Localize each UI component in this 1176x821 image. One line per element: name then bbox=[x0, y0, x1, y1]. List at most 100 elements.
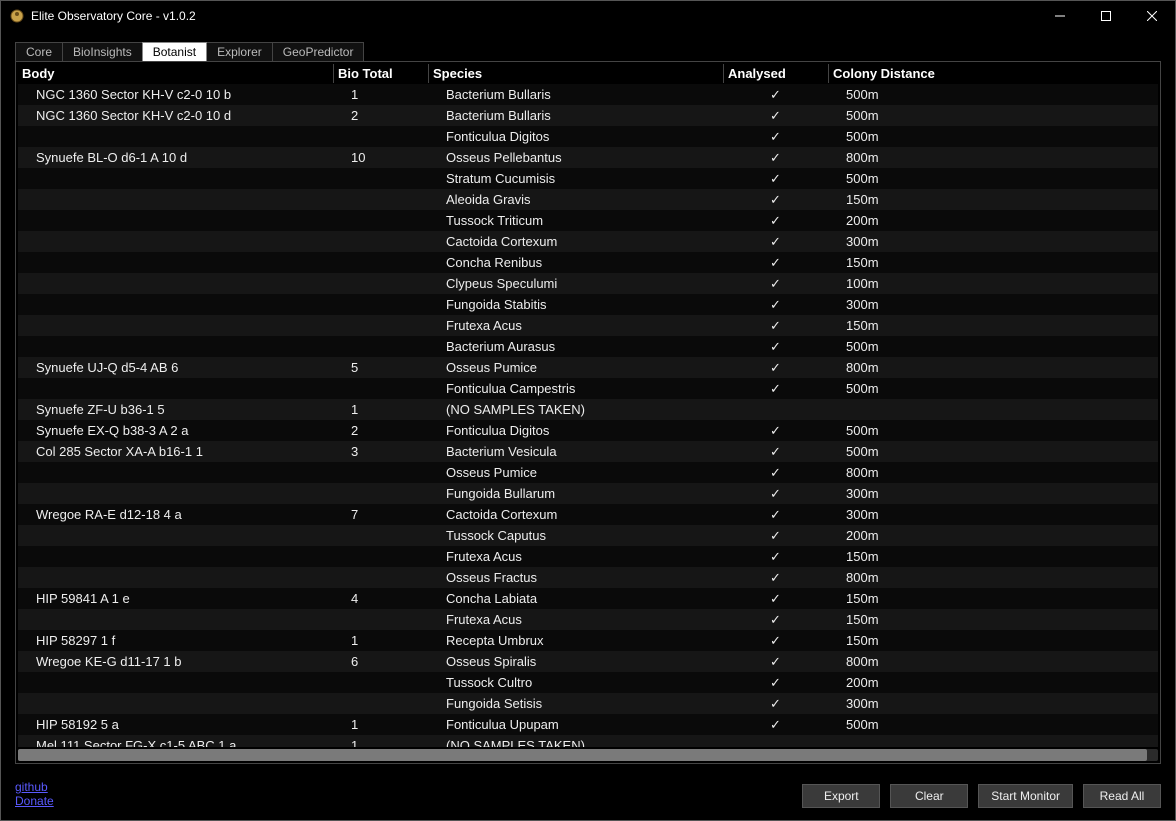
table-row[interactable]: Synuefe ZF-U b36-1 51(NO SAMPLES TAKEN) bbox=[18, 399, 1158, 420]
app-window: Elite Observatory Core - v1.0.2 CoreBioI… bbox=[0, 0, 1176, 821]
content-area: CoreBioInsightsBotanistExplorerGeoPredic… bbox=[1, 31, 1175, 774]
cell-colony-distance: 200m bbox=[828, 674, 1158, 691]
col-header-colony[interactable]: Colony Distance bbox=[828, 64, 1158, 83]
cell-species: (NO SAMPLES TAKEN) bbox=[428, 401, 723, 418]
cell-analysed: ✓ bbox=[723, 611, 828, 629]
table-row[interactable]: Wregoe KE-G d11-17 1 b6Osseus Spiralis✓8… bbox=[18, 651, 1158, 672]
tab-core[interactable]: Core bbox=[15, 42, 63, 61]
table-row[interactable]: Stratum Cucumisis✓500m bbox=[18, 168, 1158, 189]
col-header-body[interactable]: Body bbox=[18, 64, 333, 83]
cell-body bbox=[18, 346, 333, 348]
window-title: Elite Observatory Core - v1.0.2 bbox=[31, 9, 196, 23]
cell-species: Concha Renibus bbox=[428, 254, 723, 271]
grid-body[interactable]: NGC 1360 Sector KH-V c2-0 10 b1Bacterium… bbox=[18, 84, 1158, 747]
cell-analysed: ✓ bbox=[723, 191, 828, 209]
cell-colony-distance: 300m bbox=[828, 506, 1158, 523]
table-row[interactable]: NGC 1360 Sector KH-V c2-0 10 b1Bacterium… bbox=[18, 84, 1158, 105]
footer-links: github Donate bbox=[15, 780, 54, 808]
cell-analysed: ✓ bbox=[723, 716, 828, 734]
table-row[interactable]: Mel 111 Sector FG-X c1-5 ABC 1 a1(NO SAM… bbox=[18, 735, 1158, 747]
cell-bio-total bbox=[333, 178, 428, 180]
cell-colony-distance: 150m bbox=[828, 317, 1158, 334]
table-row[interactable]: HIP 59841 A 1 e4Concha Labiata✓150m bbox=[18, 588, 1158, 609]
table-row[interactable]: Fonticulua Campestris✓500m bbox=[18, 378, 1158, 399]
table-row[interactable]: Col 285 Sector XA-A b16-1 13Bacterium Ve… bbox=[18, 441, 1158, 462]
start-monitor-button[interactable]: Start Monitor bbox=[978, 784, 1073, 808]
cell-species: Frutexa Acus bbox=[428, 611, 723, 628]
table-row[interactable]: Wregoe RA-E d12-18 4 a7Cactoida Cortexum… bbox=[18, 504, 1158, 525]
table-row[interactable]: Bacterium Aurasus✓500m bbox=[18, 336, 1158, 357]
table-row[interactable]: Frutexa Acus✓150m bbox=[18, 315, 1158, 336]
table-row[interactable]: Fungoida Stabitis✓300m bbox=[18, 294, 1158, 315]
cell-bio-total: 1 bbox=[333, 401, 428, 418]
cell-body: Synuefe ZF-U b36-1 5 bbox=[18, 401, 333, 418]
table-row[interactable]: Synuefe UJ-Q d5-4 AB 65Osseus Pumice✓800… bbox=[18, 357, 1158, 378]
cell-colony-distance: 200m bbox=[828, 212, 1158, 229]
col-header-species[interactable]: Species bbox=[428, 64, 723, 83]
cell-colony-distance: 500m bbox=[828, 716, 1158, 733]
cell-colony-distance: 500m bbox=[828, 338, 1158, 355]
cell-body bbox=[18, 388, 333, 390]
tab-bioinsights[interactable]: BioInsights bbox=[62, 42, 143, 61]
cell-species: Cactoida Cortexum bbox=[428, 233, 723, 250]
table-row[interactable]: Synuefe EX-Q b38-3 A 2 a2Fonticulua Digi… bbox=[18, 420, 1158, 441]
cell-colony-distance bbox=[828, 745, 1158, 747]
tab-botanist[interactable]: Botanist bbox=[142, 42, 207, 61]
table-row[interactable]: HIP 58192 5 a1Fonticulua Upupam✓500m bbox=[18, 714, 1158, 735]
table-row[interactable]: Fonticulua Digitos✓500m bbox=[18, 126, 1158, 147]
cell-species: Tussock Cultro bbox=[428, 674, 723, 691]
cell-body bbox=[18, 493, 333, 495]
cell-bio-total bbox=[333, 199, 428, 201]
col-header-biototal[interactable]: Bio Total bbox=[333, 64, 428, 83]
cell-colony-distance: 300m bbox=[828, 233, 1158, 250]
cell-species: (NO SAMPLES TAKEN) bbox=[428, 737, 723, 747]
cell-species: Fonticulua Digitos bbox=[428, 422, 723, 439]
table-row[interactable]: Osseus Pumice✓800m bbox=[18, 462, 1158, 483]
cell-species: Recepta Umbrux bbox=[428, 632, 723, 649]
clear-button[interactable]: Clear bbox=[890, 784, 968, 808]
maximize-button[interactable] bbox=[1083, 1, 1129, 31]
cell-colony-distance: 800m bbox=[828, 359, 1158, 376]
table-row[interactable]: Tussock Cultro✓200m bbox=[18, 672, 1158, 693]
cell-colony-distance: 150m bbox=[828, 590, 1158, 607]
donate-link[interactable]: Donate bbox=[15, 794, 54, 808]
table-row[interactable]: Tussock Triticum✓200m bbox=[18, 210, 1158, 231]
table-row[interactable]: Clypeus Speculumi✓100m bbox=[18, 273, 1158, 294]
table-row[interactable]: NGC 1360 Sector KH-V c2-0 10 d2Bacterium… bbox=[18, 105, 1158, 126]
horizontal-scrollbar[interactable] bbox=[18, 749, 1158, 761]
table-row[interactable]: Osseus Fractus✓800m bbox=[18, 567, 1158, 588]
table-row[interactable]: Concha Renibus✓150m bbox=[18, 252, 1158, 273]
minimize-button[interactable] bbox=[1037, 1, 1083, 31]
cell-colony-distance: 300m bbox=[828, 485, 1158, 502]
cell-body bbox=[18, 241, 333, 243]
cell-species: Fungoida Setisis bbox=[428, 695, 723, 712]
table-row[interactable]: Tussock Caputus✓200m bbox=[18, 525, 1158, 546]
cell-body: Synuefe EX-Q b38-3 A 2 a bbox=[18, 422, 333, 439]
table-row[interactable]: Aleoida Gravis✓150m bbox=[18, 189, 1158, 210]
table-row[interactable]: HIP 58297 1 f1Recepta Umbrux✓150m bbox=[18, 630, 1158, 651]
col-header-analysed[interactable]: Analysed bbox=[723, 64, 828, 83]
horizontal-scrollbar-thumb[interactable] bbox=[18, 749, 1147, 761]
github-link[interactable]: github bbox=[15, 780, 54, 794]
table-row[interactable]: Fungoida Setisis✓300m bbox=[18, 693, 1158, 714]
cell-species: Aleoida Gravis bbox=[428, 191, 723, 208]
cell-species: Fungoida Stabitis bbox=[428, 296, 723, 313]
cell-analysed: ✓ bbox=[723, 233, 828, 251]
tab-explorer[interactable]: Explorer bbox=[206, 42, 273, 61]
table-row[interactable]: Cactoida Cortexum✓300m bbox=[18, 231, 1158, 252]
read-all-button[interactable]: Read All bbox=[1083, 784, 1161, 808]
export-button[interactable]: Export bbox=[802, 784, 880, 808]
table-row[interactable]: Fungoida Bullarum✓300m bbox=[18, 483, 1158, 504]
cell-bio-total bbox=[333, 388, 428, 390]
close-button[interactable] bbox=[1129, 1, 1175, 31]
cell-bio-total bbox=[333, 682, 428, 684]
cell-bio-total: 1 bbox=[333, 632, 428, 649]
table-row[interactable]: Synuefe BL-O d6-1 A 10 d10Osseus Pelleba… bbox=[18, 147, 1158, 168]
cell-bio-total: 5 bbox=[333, 359, 428, 376]
data-grid: Body Bio Total Species Analysed Colony D… bbox=[15, 61, 1161, 764]
cell-body: NGC 1360 Sector KH-V c2-0 10 d bbox=[18, 107, 333, 124]
tab-geopredictor[interactable]: GeoPredictor bbox=[272, 42, 365, 61]
table-row[interactable]: Frutexa Acus✓150m bbox=[18, 546, 1158, 567]
table-row[interactable]: Frutexa Acus✓150m bbox=[18, 609, 1158, 630]
cell-colony-distance bbox=[828, 409, 1158, 411]
